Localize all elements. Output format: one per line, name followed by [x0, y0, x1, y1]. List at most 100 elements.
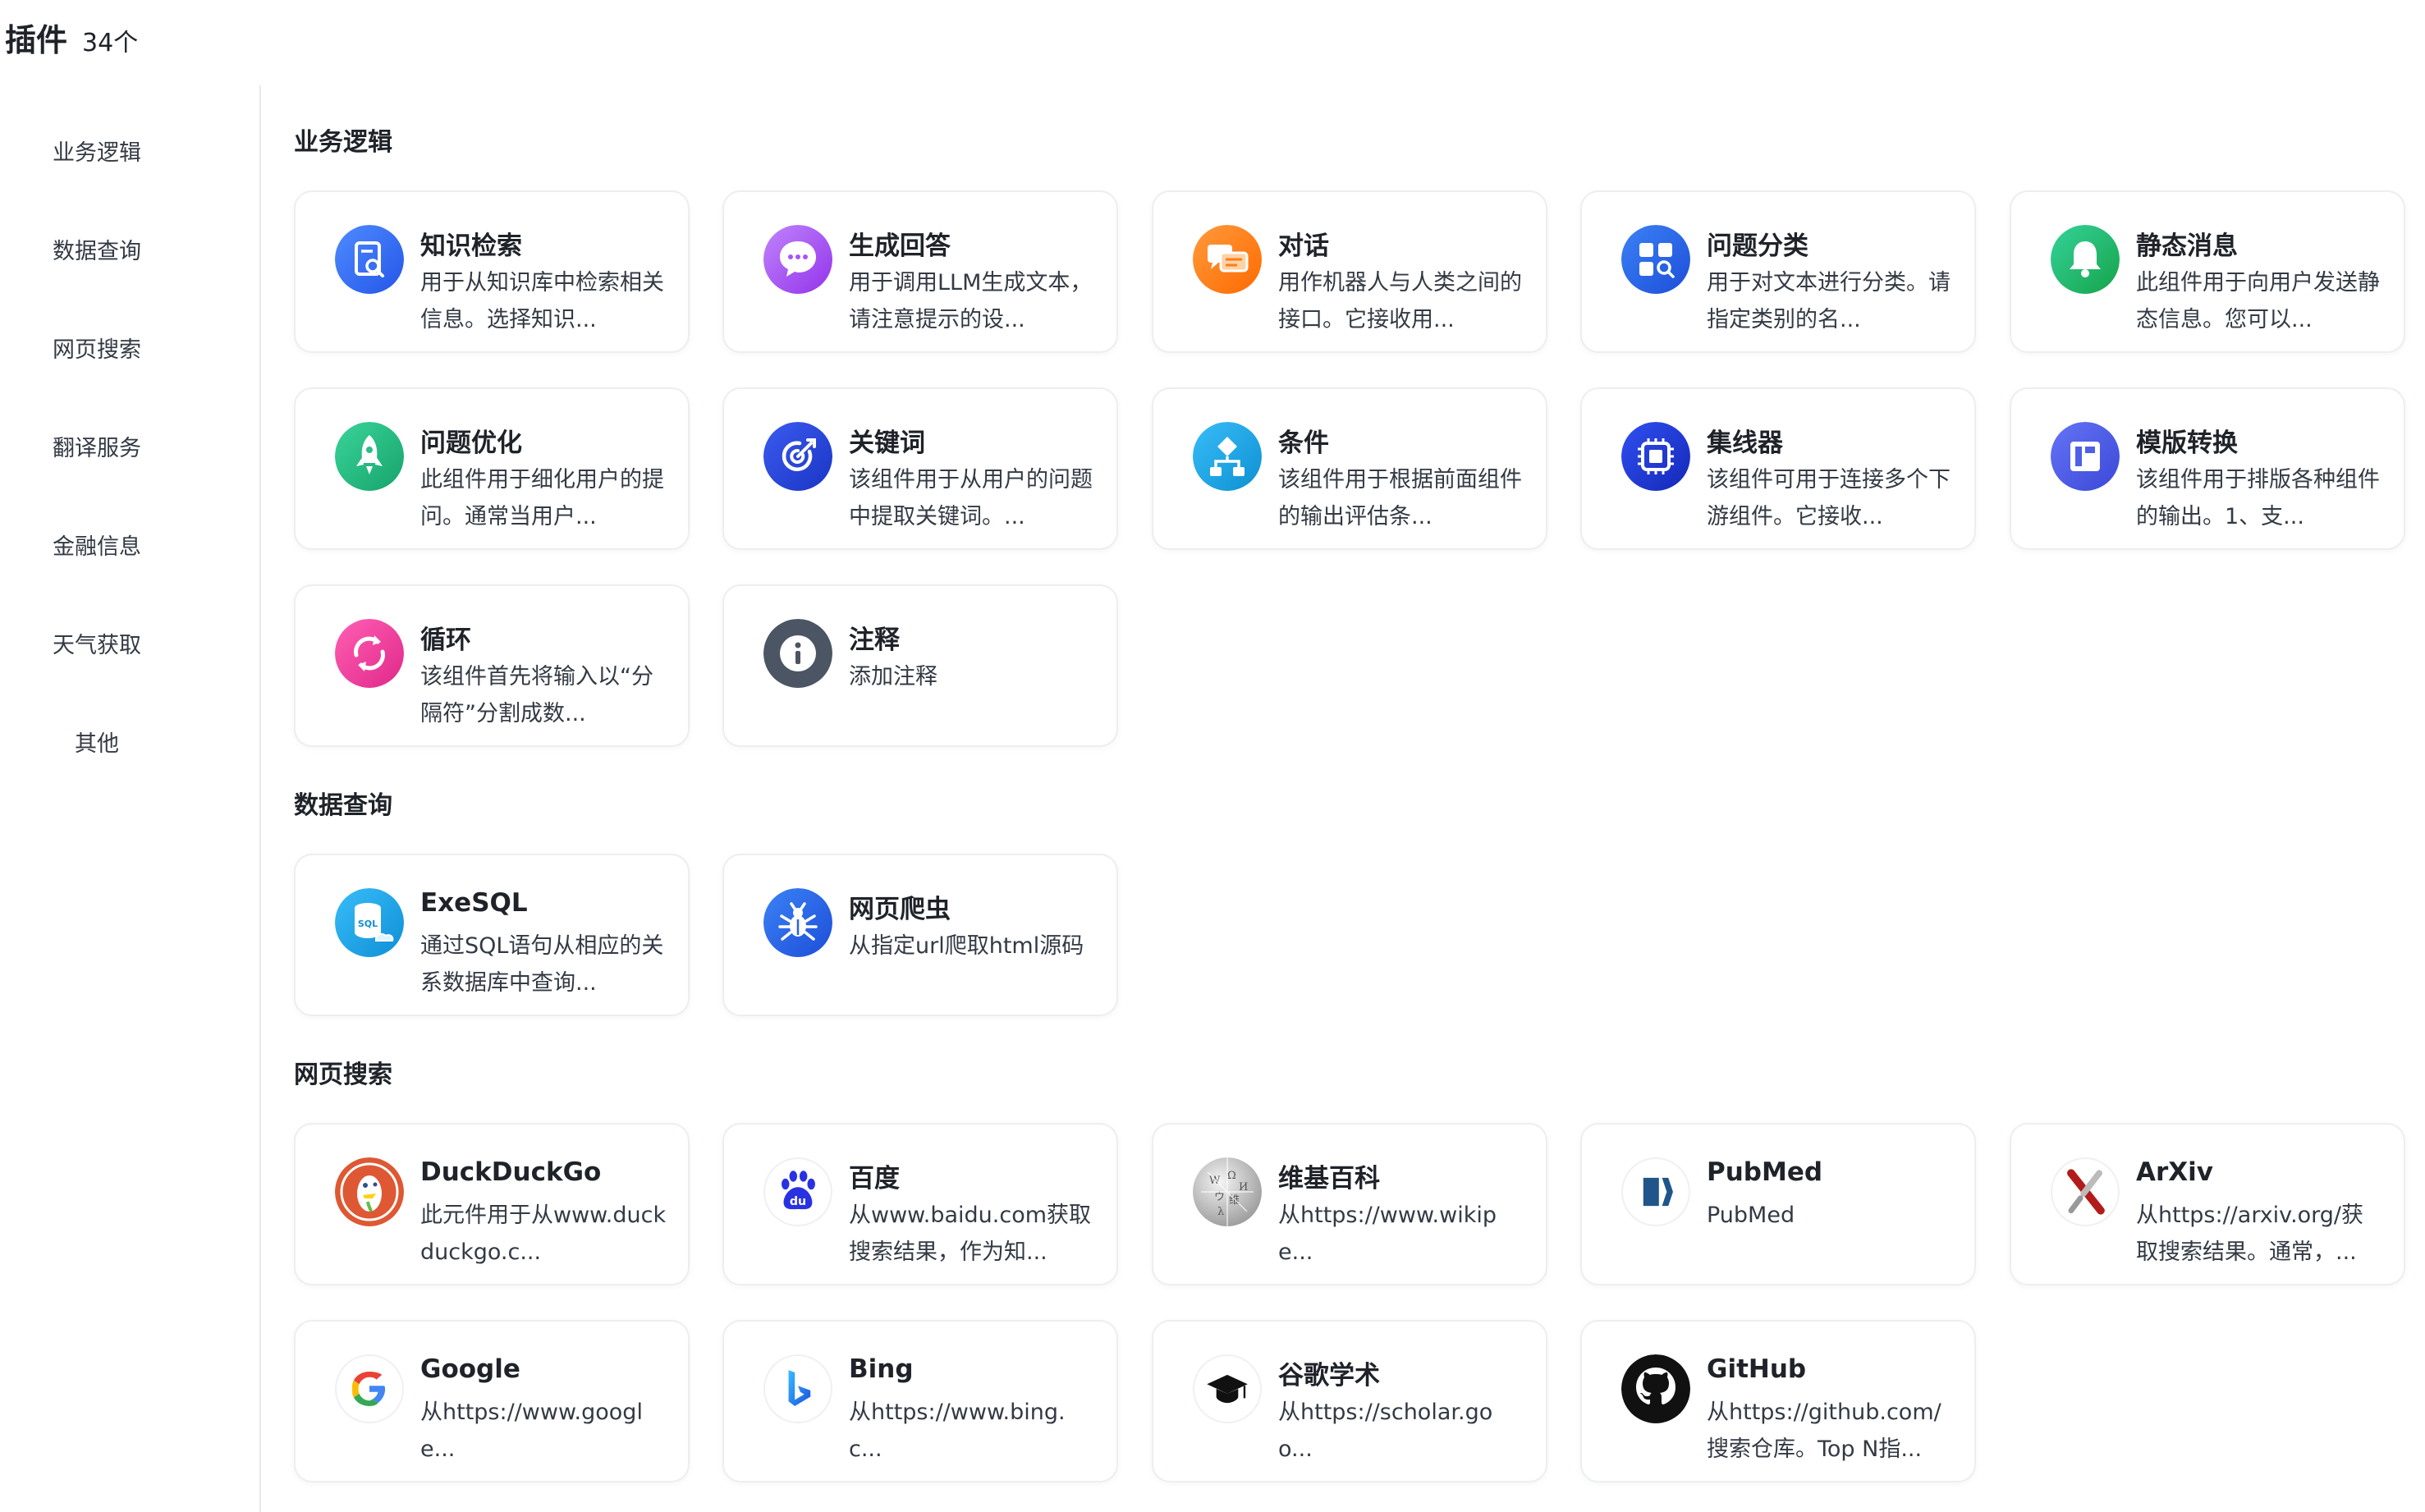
plugin-name: Bing: [849, 1354, 914, 1384]
plugin-name: 对话: [1278, 231, 1329, 261]
plugin-description: 此组件用于向用户发送静态信息。您可以...: [2136, 270, 2380, 332]
svg-text:ウ: ウ: [1214, 1191, 1225, 1203]
plugin-description: 从https://github.com/搜索仓库。Top N指...: [1707, 1400, 1941, 1462]
plugin-card-wikipedia[interactable]: WΩИ ウ维λ 维基百科 从https://www.wikipe...: [1152, 1123, 1547, 1285]
plugin-name: 循环: [420, 625, 471, 655]
sidebar-item-web-search[interactable]: 网页搜索: [0, 332, 194, 364]
plugin-description: PubMed: [1707, 1203, 1795, 1228]
duckduckgo-icon: [335, 1157, 404, 1226]
section-title-data-query: 数据查询: [294, 791, 392, 820]
plugin-description: 从www.baidu.com获取搜索结果，作为知...: [849, 1203, 1092, 1265]
wikipedia-icon: WΩИ ウ维λ: [1193, 1157, 1262, 1226]
plugin-description: 从https://arxiv.org/获取搜索结果。通常，...: [2136, 1203, 2364, 1265]
sidebar-item-finance[interactable]: 金融信息: [0, 529, 194, 561]
plugin-name: 条件: [1278, 428, 1329, 458]
scholar-cap-icon: [1193, 1354, 1262, 1423]
sidebar-item-business-logic[interactable]: 业务逻辑: [0, 135, 194, 167]
plugin-card-question-rewrite[interactable]: 问题优化 此组件用于细化用户的提问。通常当用户...: [294, 387, 690, 550]
knowledge-search-icon: [335, 225, 404, 294]
plugin-name: ArXiv: [2136, 1157, 2214, 1187]
conversation-icon: [1193, 225, 1262, 294]
plugin-card-keyword[interactable]: 关键词 该组件用于从用户的问题中提取关键词。...: [722, 387, 1118, 550]
chip-icon: [1621, 422, 1690, 491]
arxiv-icon: [2051, 1157, 2120, 1226]
plugin-name: ExeSQL: [420, 888, 528, 918]
plugin-card-google-scholar[interactable]: 谷歌学术 从https://scholar.goo...: [1152, 1320, 1547, 1482]
sidebar-item-other[interactable]: 其他: [0, 726, 194, 758]
plugin-description: 通过SQL语句从相应的关系数据库中查询...: [420, 933, 664, 996]
bell-icon: [2051, 225, 2120, 294]
plugin-card-generate-answer[interactable]: 生成回答 用于调用LLM生成文本，请注意提示的设...: [722, 190, 1118, 353]
plugin-card-baidu[interactable]: du 百度 从www.baidu.com获取搜索结果，作为知...: [722, 1123, 1118, 1285]
sidebar-item-data-query[interactable]: 数据查询: [0, 233, 194, 265]
plugin-card-exesql[interactable]: SQL ExeSQL 通过SQL语句从相应的关系数据库中查询...: [294, 854, 690, 1016]
plugin-name: Google: [420, 1354, 520, 1384]
plugin-name: 维基百科: [1278, 1164, 1380, 1194]
plugin-card-knowledge-retrieval[interactable]: 知识检索 用于从知识库中检索相关信息。选择知识...: [294, 190, 690, 353]
plugin-card-arxiv[interactable]: ArXiv 从https://arxiv.org/获取搜索结果。通常，...: [2010, 1123, 2405, 1285]
plugin-description: 此元件用于从www.duckduckgo.c...: [420, 1203, 667, 1265]
plugin-name: 谷歌学术: [1278, 1361, 1380, 1391]
plugin-card-dialogue[interactable]: 对话 用作机器人与人类之间的接口。它接收用...: [1152, 190, 1547, 353]
plugin-card-question-category[interactable]: 问题分类 用于对文本进行分类。请指定类别的名...: [1580, 190, 1976, 353]
plugin-description: 此组件用于细化用户的提问。通常当用户...: [420, 467, 664, 529]
plugin-description: 从https://www.bing.c...: [849, 1400, 1066, 1462]
svg-text:λ: λ: [1217, 1206, 1224, 1218]
bing-icon: [763, 1354, 832, 1423]
plugin-name: 问题分类: [1707, 231, 1808, 261]
plugin-name: 网页爬虫: [849, 895, 951, 924]
plugin-description: 用于调用LLM生成文本，请注意提示的设...: [849, 270, 1093, 332]
svg-text:SQL: SQL: [358, 919, 378, 929]
plugin-description: 从https://scholar.goo...: [1278, 1400, 1493, 1462]
svg-text:du: du: [790, 1195, 806, 1208]
plugin-card-google[interactable]: Google 从https://www.google...: [294, 1320, 690, 1482]
plugin-description: 从指定url爬取html源码: [849, 933, 1084, 959]
plugin-name: 关键词: [849, 428, 925, 458]
loop-icon: [335, 619, 404, 688]
plugin-card-condition[interactable]: 条件 该组件用于根据前面组件的输出评估条...: [1152, 387, 1547, 550]
plugin-card-static-message[interactable]: 静态消息 此组件用于向用户发送静态信息。您可以...: [2010, 190, 2405, 353]
github-icon: [1621, 1354, 1690, 1423]
plugin-name: 生成回答: [849, 231, 951, 261]
plugin-name: DuckDuckGo: [420, 1157, 602, 1187]
plugin-card-pubmed[interactable]: PubMed PubMed: [1580, 1123, 1976, 1285]
google-icon: [335, 1354, 404, 1423]
plugin-name: 集线器: [1707, 428, 1783, 458]
plugin-card-duckduckgo[interactable]: DuckDuckGo 此元件用于从www.duckduckgo.c...: [294, 1123, 690, 1285]
plugin-name: 注释: [849, 625, 900, 655]
page-title: 插件: [5, 22, 68, 58]
info-icon: [763, 619, 832, 688]
plugin-description: 从https://www.google...: [420, 1400, 643, 1462]
plugin-description: 用于对文本进行分类。请指定类别的名...: [1707, 270, 1951, 332]
category-sidebar: 业务逻辑 数据查询 网页搜索 翻译服务 金融信息 天气获取 其他: [0, 85, 261, 1512]
plugin-description: 用作机器人与人类之间的接口。它接收用...: [1278, 270, 1522, 332]
plugin-name: 静态消息: [2136, 231, 2238, 261]
plugin-card-loop[interactable]: 循环 该组件首先将输入以“分隔符”分割成数...: [294, 584, 690, 747]
category-icon: [1621, 225, 1690, 294]
plugin-card-template-transform[interactable]: 模版转换 该组件用于排版各种组件的输出。1、支...: [2010, 387, 2405, 550]
page-header: 插件 34个: [5, 15, 138, 64]
sidebar-item-translation[interactable]: 翻译服务: [0, 430, 194, 462]
svg-text:维: 维: [1229, 1194, 1240, 1207]
rocket-icon: [335, 422, 404, 491]
chat-bubble-icon: [763, 225, 832, 294]
section-title-business-logic: 业务逻辑: [294, 128, 392, 157]
plugin-card-note[interactable]: 注释 添加注释: [722, 584, 1118, 747]
target-icon: [763, 422, 832, 491]
plugin-card-github[interactable]: GitHub 从https://github.com/搜索仓库。Top N指..…: [1580, 1320, 1976, 1482]
plugin-name: 模版转换: [2136, 428, 2238, 458]
template-icon: [2051, 422, 2120, 491]
sidebar-item-weather[interactable]: 天气获取: [0, 627, 194, 659]
svg-text:Ω: Ω: [1227, 1170, 1236, 1182]
plugin-description: 用于从知识库中检索相关信息。选择知识...: [420, 270, 664, 332]
plugin-name: 百度: [849, 1164, 900, 1194]
plugin-card-hub[interactable]: 集线器 该组件可用于连接多个下游组件。它接收...: [1580, 387, 1976, 550]
plugin-description: 该组件用于根据前面组件的输出评估条...: [1278, 467, 1522, 529]
section-title-web-search: 网页搜索: [294, 1061, 392, 1089]
plugin-name: PubMed: [1707, 1157, 1823, 1187]
pubmed-icon: [1621, 1157, 1690, 1226]
plugin-card-web-crawler[interactable]: 网页爬虫 从指定url爬取html源码: [722, 854, 1118, 1016]
plugin-name: 问题优化: [420, 428, 522, 458]
plugin-description: 该组件用于从用户的问题中提取关键词。...: [849, 467, 1093, 529]
plugin-card-bing[interactable]: Bing 从https://www.bing.c...: [722, 1320, 1118, 1482]
